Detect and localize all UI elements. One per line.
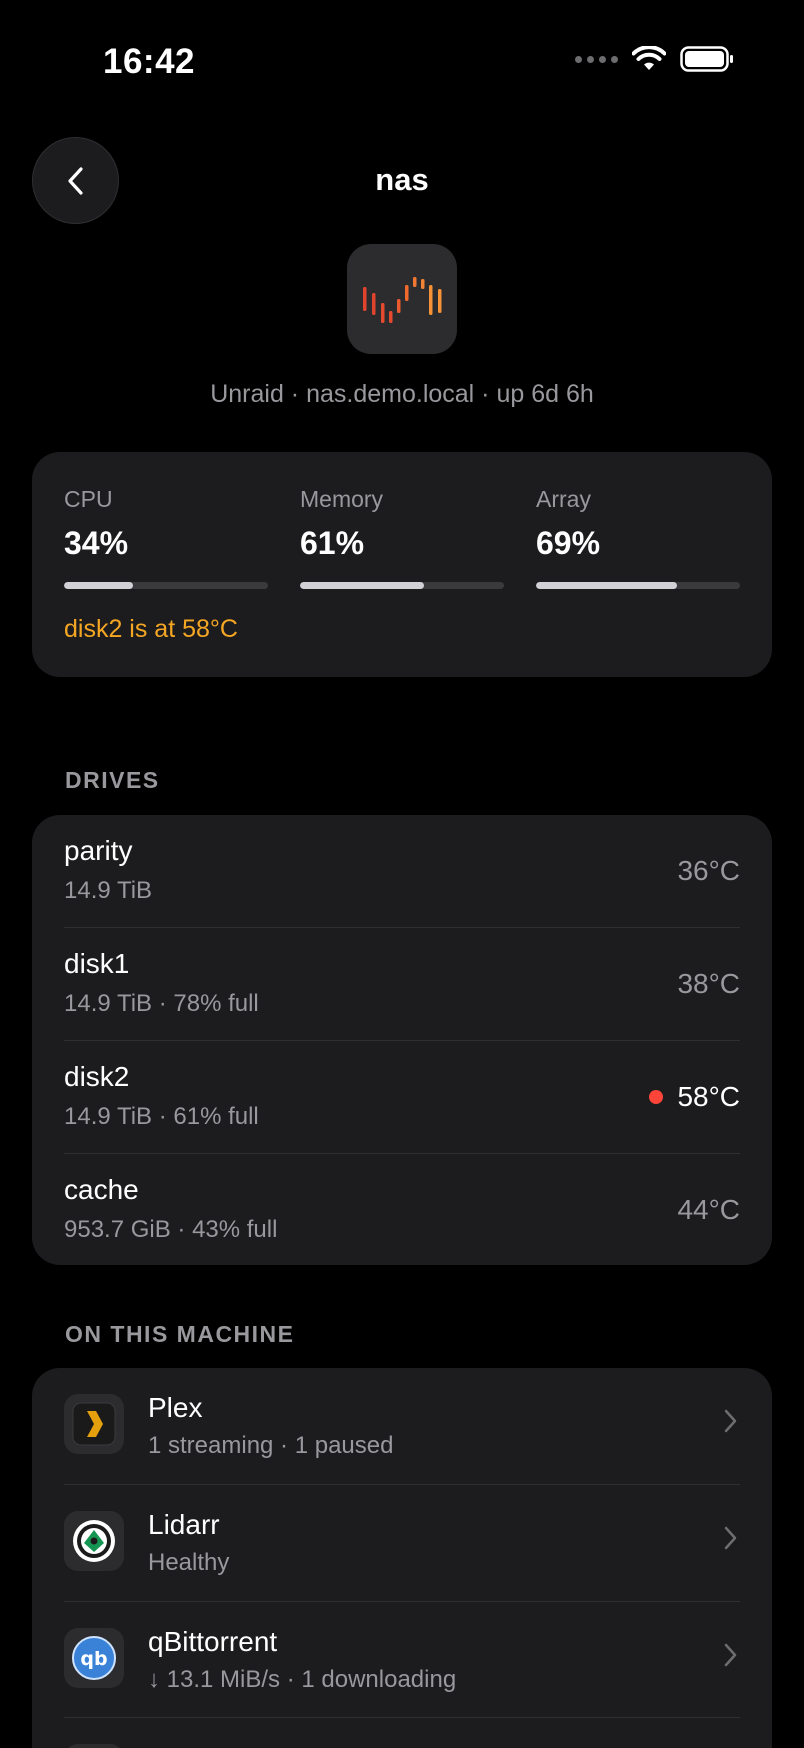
drive-name: cache — [64, 1174, 139, 1205]
temperature-warning: disk2 is at 58°C — [64, 615, 238, 643]
battery-icon — [680, 46, 733, 72]
chevron-right-icon — [724, 1409, 737, 1433]
drive-meta: 14.9 TiB · 78% full — [64, 990, 259, 1017]
host-subtitle: Unraid · nas.demo.local · up 6d 6h — [210, 380, 594, 408]
stat-value: 61% — [300, 525, 365, 561]
app-row-lidarr[interactable]: Lidarr Healthy — [64, 1485, 740, 1601]
app-name: Lidarr — [148, 1509, 220, 1540]
app-row-qbittorrent[interactable]: qb qBittorrent ↓ 13.1 MiB/s · 1 download… — [64, 1602, 740, 1718]
app-icon-partial — [64, 1744, 124, 1748]
app-status: 1 streaming · 1 paused — [148, 1432, 394, 1459]
qbittorrent-icon: qb — [64, 1628, 124, 1688]
drive-name: disk1 — [64, 948, 130, 979]
memory-progress-bar — [300, 582, 504, 589]
status-time: 16:42 — [103, 42, 196, 81]
screen: 16:42 nas Unraid · nas.demo.local · up 6… — [0, 0, 804, 1748]
cpu-stat: CPU 34% — [64, 486, 268, 589]
app-row-partial[interactable] — [64, 1718, 740, 1748]
stat-label: Array — [536, 486, 591, 512]
app-row-plex[interactable]: Plex 1 streaming · 1 paused — [64, 1368, 740, 1484]
drive-temp: 44°C — [677, 1194, 740, 1225]
svg-text:qb: qb — [80, 1648, 107, 1670]
app-status: ↓ 13.1 MiB/s · 1 downloading — [148, 1666, 457, 1693]
memory-stat: Memory 61% — [300, 486, 504, 589]
stat-value: 69% — [536, 525, 601, 561]
app-name: Plex — [148, 1392, 203, 1423]
drive-meta: 953.7 GiB · 43% full — [64, 1216, 278, 1243]
apps-section-label: ON THIS MACHINE — [65, 1321, 295, 1347]
stat-label: CPU — [64, 486, 113, 512]
wifi-icon — [632, 46, 666, 70]
drive-name: disk2 — [64, 1061, 130, 1092]
drive-row-disk2[interactable]: disk2 14.9 TiB · 61% full 58°C — [64, 1041, 740, 1153]
drive-temp: 58°C — [649, 1081, 740, 1113]
drives-section-label: DRIVES — [65, 767, 160, 793]
unraid-icon — [347, 244, 457, 354]
drive-meta: 14.9 TiB · 61% full — [64, 1103, 259, 1130]
cpu-progress-bar — [64, 582, 268, 589]
page-title: nas — [375, 162, 429, 197]
alert-dot-icon — [649, 1090, 664, 1104]
resource-summary-card: CPU 34% Memory 61% Array 69% disk2 is at… — [32, 452, 772, 677]
cellular-signal-icon — [575, 55, 618, 63]
status-icons — [575, 46, 734, 72]
drive-temp: 36°C — [677, 855, 740, 886]
chevron-right-icon — [724, 1643, 737, 1667]
drive-row-disk1[interactable]: disk1 14.9 TiB · 78% full 38°C — [64, 928, 740, 1040]
lidarr-icon — [64, 1511, 124, 1571]
drive-name: parity — [64, 835, 133, 866]
chevron-right-icon — [724, 1526, 737, 1550]
drive-temp: 38°C — [677, 968, 740, 999]
drives-card: parity 14.9 TiB 36°C disk1 14.9 TiB · 78… — [32, 815, 772, 1265]
stat-value: 34% — [64, 525, 129, 561]
drive-meta: 14.9 TiB — [64, 877, 153, 904]
drive-row-parity[interactable]: parity 14.9 TiB 36°C — [64, 815, 740, 927]
plex-icon — [64, 1394, 124, 1454]
array-progress-bar — [536, 582, 740, 589]
app-status: Healthy — [148, 1549, 230, 1576]
apps-card: Plex 1 streaming · 1 paused Lidarr Healt… — [32, 1368, 772, 1748]
drive-row-cache[interactable]: cache 953.7 GiB · 43% full 44°C — [64, 1154, 740, 1266]
stat-label: Memory — [300, 486, 384, 512]
app-name: qBittorrent — [148, 1626, 278, 1657]
array-stat: Array 69% — [536, 486, 740, 589]
